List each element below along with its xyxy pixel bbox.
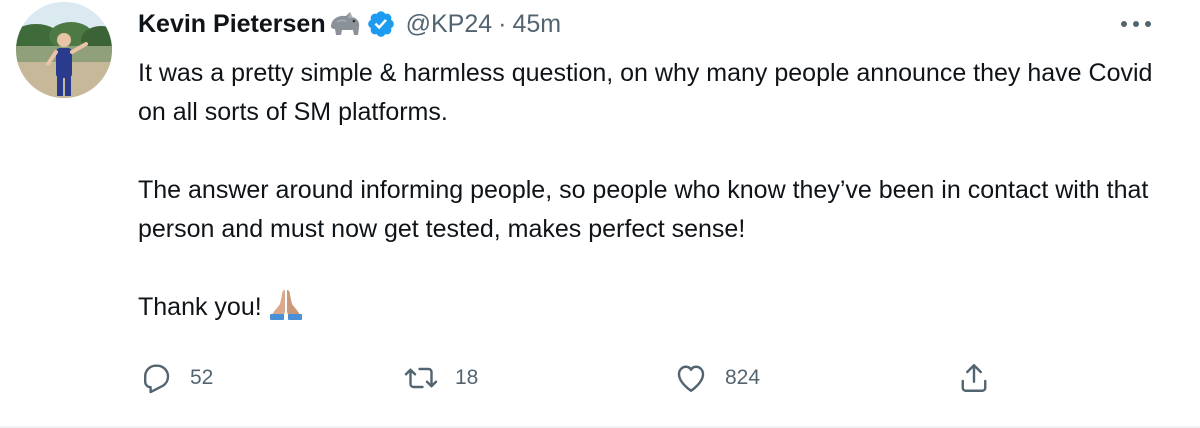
like-count: 824 <box>725 366 761 389</box>
avatar[interactable] <box>16 2 112 98</box>
retweet-count: 18 <box>455 366 479 389</box>
tweet-paragraph-thanks: Thank you! <box>138 288 1178 332</box>
separator-dot: · <box>498 9 507 38</box>
tweet[interactable]: Kevin Pietersen @KP24 · 45m It was a pre… <box>0 0 1200 428</box>
retweet-icon <box>404 367 438 389</box>
verified-badge-icon <box>366 9 396 39</box>
tweet-actions-bar: 52 18 824 <box>138 356 1038 400</box>
reply-icon <box>144 364 170 394</box>
tweet-text: It was a pretty simple & harmless questi… <box>138 54 1178 332</box>
like-button[interactable]: 824 <box>673 356 760 400</box>
author-handle[interactable]: @KP24 <box>406 10 493 39</box>
reply-button[interactable]: 52 <box>138 356 213 400</box>
author-name[interactable]: Kevin Pietersen <box>138 10 326 39</box>
share-button[interactable] <box>956 356 992 400</box>
more-dots-icon <box>1121 21 1151 27</box>
rhino-emoji-icon <box>328 9 362 39</box>
tweet-timestamp[interactable]: 45m <box>512 10 561 39</box>
avatar-image <box>16 2 112 98</box>
heart-icon <box>677 365 705 392</box>
tweet-paragraph-text: Thank you! <box>138 293 262 321</box>
folded-hands-emoji-icon <box>268 288 304 332</box>
more-options-button[interactable] <box>1116 6 1156 42</box>
retweet-button[interactable]: 18 <box>403 356 478 400</box>
tweet-paragraph: It was a pretty simple & harmless questi… <box>138 59 1153 126</box>
tweet-paragraph: The answer around informing people, so p… <box>138 176 1149 243</box>
tweet-header: Kevin Pietersen @KP24 · 45m <box>138 6 561 42</box>
reply-count: 52 <box>190 366 214 389</box>
share-icon <box>961 364 987 392</box>
